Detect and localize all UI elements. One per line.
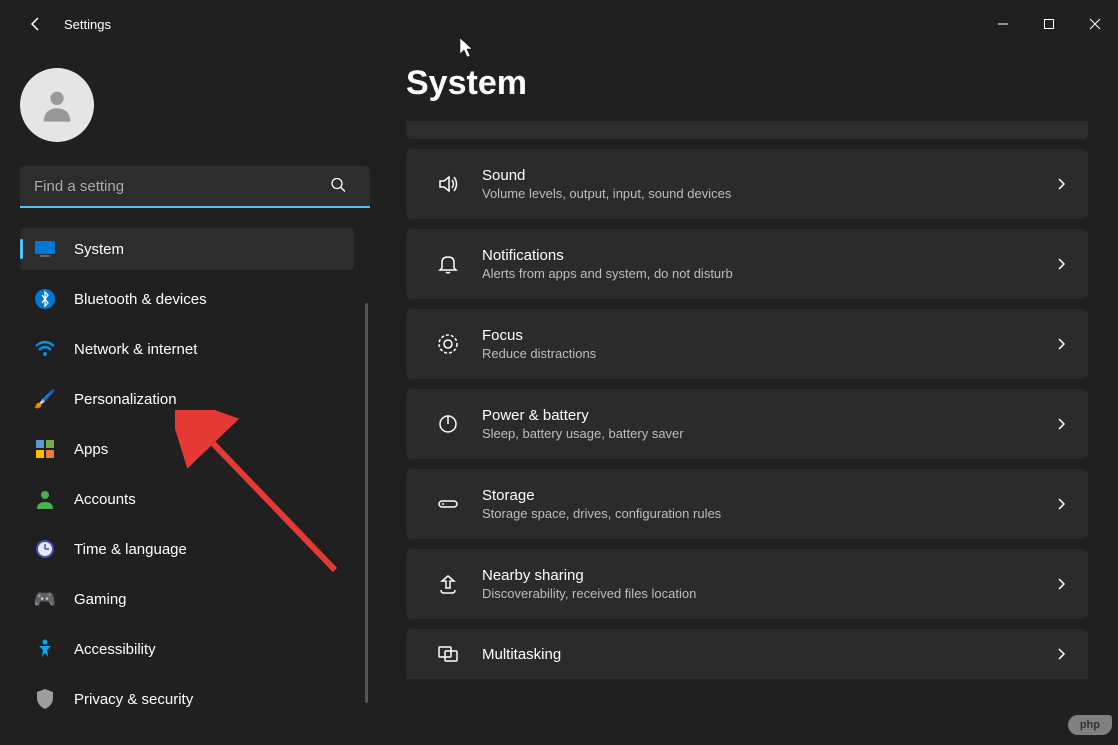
focus-icon	[426, 332, 470, 356]
card-subtitle: Sleep, battery usage, battery saver	[482, 426, 1054, 441]
sound-icon	[426, 172, 470, 196]
card-title: Focus	[482, 327, 1054, 344]
system-icon	[34, 238, 56, 260]
wifi-icon	[34, 338, 56, 360]
sidebar-item-network[interactable]: Network & internet	[20, 328, 354, 370]
chevron-right-icon	[1054, 257, 1068, 271]
setting-card-power[interactable]: Power & battery Sleep, battery usage, ba…	[406, 389, 1088, 459]
power-icon	[426, 412, 470, 436]
sidebar-item-accessibility[interactable]: Accessibility	[20, 628, 354, 670]
search-icon	[330, 177, 346, 198]
maximize-button[interactable]	[1026, 8, 1072, 40]
bell-icon	[426, 252, 470, 276]
sidebar: System Bluetooth & devices Network & int…	[0, 48, 370, 745]
sidebar-item-label: Accounts	[74, 491, 136, 508]
card-subtitle: Volume levels, output, input, sound devi…	[482, 186, 1054, 201]
sidebar-item-accounts[interactable]: Accounts	[20, 478, 354, 520]
chevron-right-icon	[1054, 177, 1068, 191]
sidebar-item-label: Network & internet	[74, 341, 197, 358]
card-subtitle: Reduce distractions	[482, 346, 1054, 361]
chevron-right-icon	[1054, 647, 1068, 661]
back-button[interactable]	[20, 8, 52, 40]
page-title: System	[406, 64, 1088, 103]
window-controls	[980, 8, 1118, 40]
sidebar-item-system[interactable]: System	[20, 228, 354, 270]
share-icon	[426, 572, 470, 596]
chevron-right-icon	[1054, 577, 1068, 591]
minimize-button[interactable]	[980, 8, 1026, 40]
chevron-right-icon	[1054, 497, 1068, 511]
bluetooth-icon	[34, 288, 56, 310]
sidebar-item-gaming[interactable]: 🎮 Gaming	[20, 578, 354, 620]
sidebar-item-label: Bluetooth & devices	[74, 291, 207, 308]
sidebar-item-personalization[interactable]: 🖌️ Personalization	[20, 378, 354, 420]
sidebar-item-label: System	[74, 241, 124, 258]
card-title: Nearby sharing	[482, 567, 1054, 584]
gamepad-icon: 🎮	[34, 588, 56, 610]
profile-section[interactable]	[20, 68, 360, 142]
card-title: Power & battery	[482, 407, 1054, 424]
storage-icon	[426, 492, 470, 516]
accessibility-icon	[34, 638, 56, 660]
sidebar-item-privacy[interactable]: Privacy & security	[20, 678, 354, 720]
multitasking-icon	[426, 642, 470, 666]
main-content: System Sound Volume levels, output, inpu…	[370, 48, 1118, 745]
shield-icon	[34, 688, 56, 710]
sidebar-item-label: Apps	[74, 441, 108, 458]
card-title: Multitasking	[482, 646, 1054, 663]
paintbrush-icon: 🖌️	[34, 388, 56, 410]
clock-icon	[34, 538, 56, 560]
sidebar-item-label: Privacy & security	[74, 691, 193, 708]
setting-card-storage[interactable]: Storage Storage space, drives, configura…	[406, 469, 1088, 539]
card-subtitle: Alerts from apps and system, do not dist…	[482, 266, 1054, 281]
setting-card-multitasking[interactable]: Multitasking	[406, 629, 1088, 679]
search-box	[20, 166, 360, 208]
sidebar-item-label: Accessibility	[74, 641, 156, 658]
account-icon	[34, 488, 56, 510]
card-title: Sound	[482, 167, 1054, 184]
sidebar-item-apps[interactable]: Apps	[20, 428, 354, 470]
search-input[interactable]	[20, 166, 370, 208]
partial-card-top[interactable]	[406, 121, 1088, 139]
watermark: php	[1068, 715, 1112, 735]
titlebar: Settings	[0, 0, 1118, 48]
sidebar-item-label: Personalization	[74, 391, 177, 408]
setting-card-sound[interactable]: Sound Volume levels, output, input, soun…	[406, 149, 1088, 219]
sidebar-item-label: Gaming	[74, 591, 127, 608]
scrollbar[interactable]	[365, 303, 368, 703]
chevron-right-icon	[1054, 417, 1068, 431]
app-title: Settings	[64, 17, 111, 32]
setting-card-notifications[interactable]: Notifications Alerts from apps and syste…	[406, 229, 1088, 299]
setting-card-focus[interactable]: Focus Reduce distractions	[406, 309, 1088, 379]
card-subtitle: Storage space, drives, configuration rul…	[482, 506, 1054, 521]
card-title: Storage	[482, 487, 1054, 504]
sidebar-item-label: Time & language	[74, 541, 187, 558]
setting-card-nearby[interactable]: Nearby sharing Discoverability, received…	[406, 549, 1088, 619]
chevron-right-icon	[1054, 337, 1068, 351]
close-button[interactable]	[1072, 8, 1118, 40]
apps-icon	[34, 438, 56, 460]
nav-list: System Bluetooth & devices Network & int…	[20, 228, 360, 745]
sidebar-item-time[interactable]: Time & language	[20, 528, 354, 570]
card-subtitle: Discoverability, received files location	[482, 586, 1054, 601]
sidebar-item-bluetooth[interactable]: Bluetooth & devices	[20, 278, 354, 320]
card-title: Notifications	[482, 247, 1054, 264]
avatar	[20, 68, 94, 142]
